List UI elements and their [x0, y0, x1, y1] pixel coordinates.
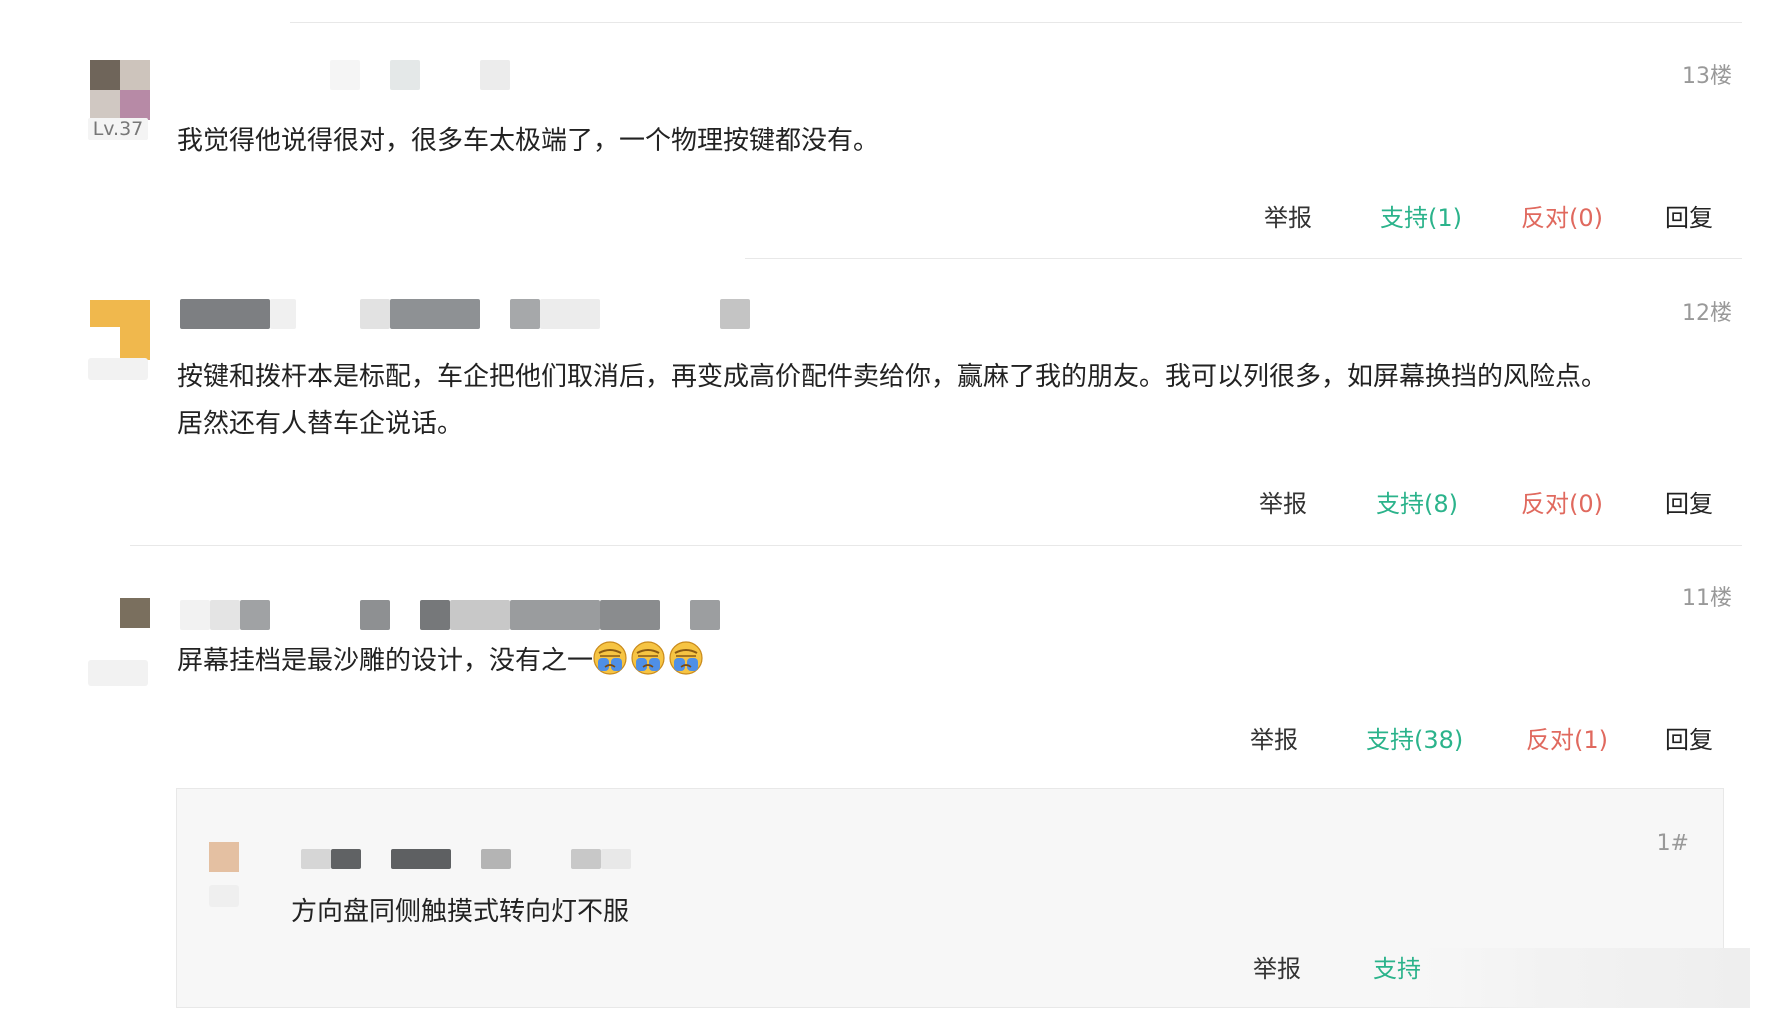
divider — [290, 22, 1742, 23]
divider — [130, 545, 1742, 546]
support-button[interactable]: 支持(38) — [1366, 720, 1463, 755]
cropped-edge — [1420, 948, 1750, 1008]
report-button[interactable]: 举报 — [1259, 484, 1307, 519]
username-redacted — [330, 60, 360, 90]
username-redacted — [600, 600, 660, 630]
username-redacted — [720, 299, 750, 329]
avatar[interactable] — [90, 60, 150, 120]
username-redacted — [540, 299, 600, 329]
comment-text: 屏幕挂档是最沙雕的设计，没有之一 — [177, 638, 707, 685]
oppose-button[interactable]: 反对(0) — [1521, 198, 1603, 233]
username-redacted — [180, 299, 270, 329]
avatar[interactable] — [209, 842, 239, 872]
report-button[interactable]: 举报 — [1264, 198, 1312, 233]
support-button[interactable]: 支持(1) — [1380, 198, 1462, 233]
username-redacted — [390, 299, 480, 329]
username-redacted — [210, 600, 240, 630]
avatar[interactable] — [90, 598, 150, 658]
report-button[interactable]: 举报 — [1250, 720, 1298, 755]
floor-number: 12楼 — [1682, 301, 1732, 326]
user-level-badge: Lv.37 — [88, 118, 148, 140]
floor-number: 1# — [1656, 831, 1689, 856]
crying-face-icon — [593, 641, 627, 675]
comment-line: 按键和拨杆本是标配，车企把他们取消后，再变成高价配件卖给你，赢麻了我的朋友。我可… — [177, 362, 1608, 392]
user-level-badge — [88, 358, 148, 380]
username-redacted — [481, 849, 511, 869]
reply-button[interactable]: 回复 — [1665, 198, 1713, 233]
username-redacted — [510, 600, 600, 630]
support-button[interactable]: 支持(8) — [1376, 484, 1458, 519]
username-redacted — [180, 600, 210, 630]
comment-line: 我觉得他说得很对，很多车太极端了，一个物理按键都没有。 — [177, 126, 880, 156]
username-redacted — [331, 849, 361, 869]
username-redacted — [240, 600, 270, 630]
username-redacted — [390, 60, 420, 90]
username-redacted — [270, 299, 296, 329]
comment-line: 屏幕挂档是最沙雕的设计，没有之一 — [177, 646, 594, 676]
username-redacted — [391, 849, 451, 869]
divider — [745, 258, 1742, 259]
floor-number: 13楼 — [1682, 64, 1732, 89]
oppose-button[interactable]: 反对(1) — [1526, 720, 1608, 755]
reply-button[interactable]: 回复 — [1665, 484, 1713, 519]
user-level-badge — [88, 660, 148, 686]
username-redacted — [301, 849, 331, 869]
support-button[interactable]: 支持 — [1373, 949, 1421, 984]
username-redacted — [601, 849, 631, 869]
comment-text: 我觉得他说得很对，很多车太极端了，一个物理按键都没有。 — [177, 118, 879, 165]
reply-text: 方向盘同侧触摸式转向灯不服 — [291, 897, 630, 927]
username-redacted — [360, 600, 390, 630]
username-redacted — [690, 600, 720, 630]
oppose-button[interactable]: 反对(0) — [1521, 484, 1603, 519]
crying-face-icon — [631, 641, 665, 675]
avatar[interactable] — [90, 300, 150, 360]
floor-number: 11楼 — [1682, 586, 1732, 611]
crying-face-icon — [669, 641, 703, 675]
username-redacted — [510, 299, 540, 329]
username-redacted — [571, 849, 601, 869]
username-redacted — [360, 299, 390, 329]
username-redacted — [420, 600, 450, 630]
user-level-badge — [209, 885, 239, 907]
report-button[interactable]: 举报 — [1253, 949, 1301, 984]
comment-text: 按键和拨杆本是标配，车企把他们取消后，再变成高价配件卖给你，赢麻了我的朋友。我可… — [177, 354, 1607, 448]
reply-button[interactable]: 回复 — [1665, 720, 1713, 755]
emoji-row — [593, 641, 707, 676]
comment-line: 居然还有人替车企说话。 — [177, 409, 464, 439]
username-redacted — [480, 60, 510, 90]
username-redacted — [450, 600, 510, 630]
